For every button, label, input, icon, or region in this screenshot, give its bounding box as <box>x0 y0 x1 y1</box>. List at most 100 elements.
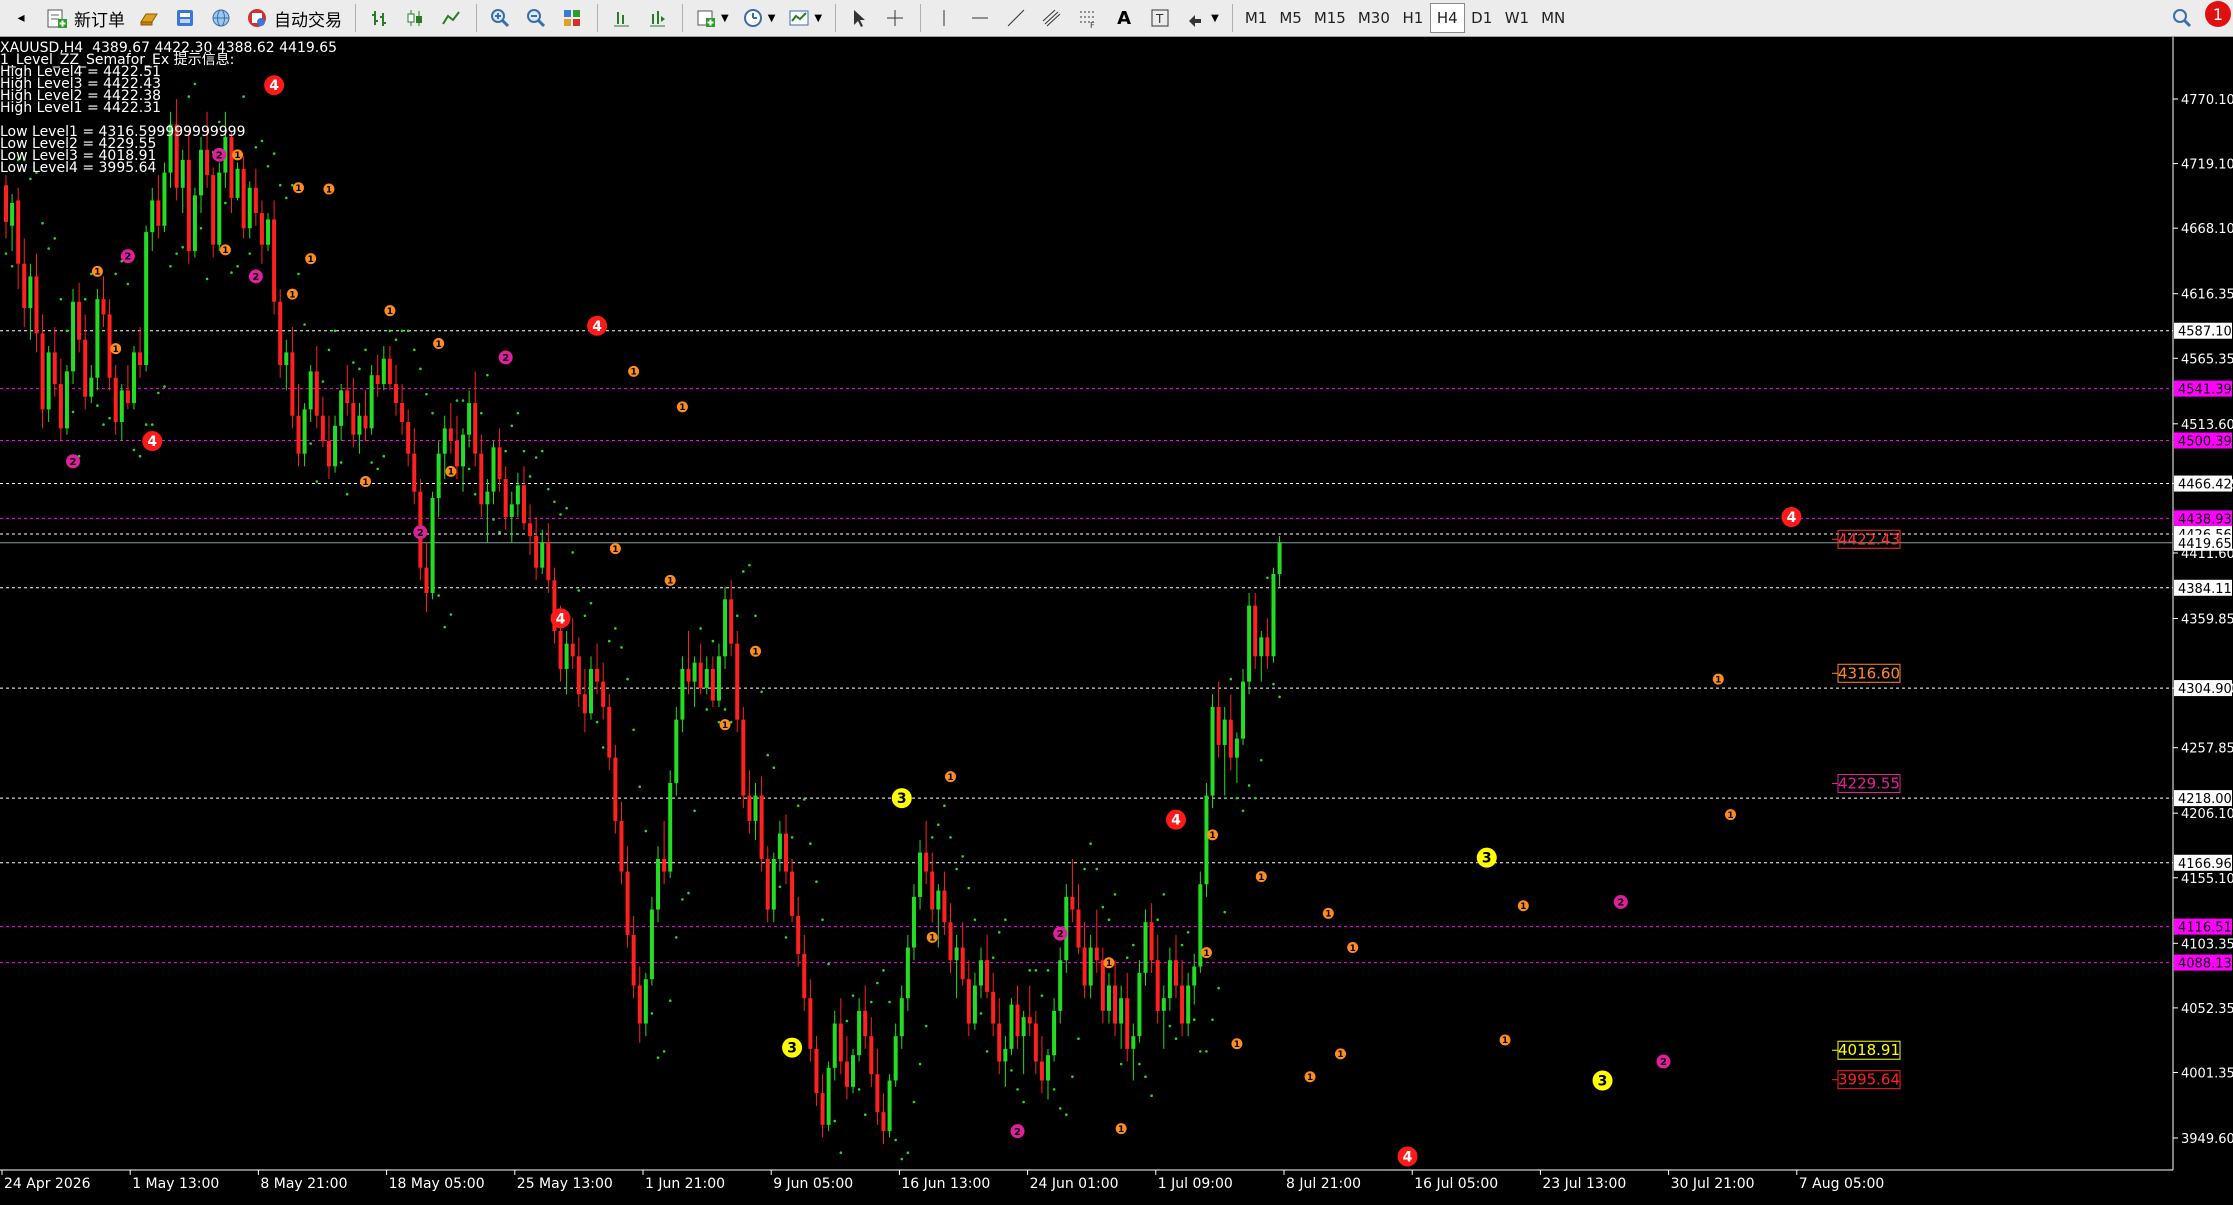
sar-dot <box>364 348 367 352</box>
candle-body <box>119 390 124 423</box>
candle-body <box>723 599 728 657</box>
candle-body <box>1046 1055 1051 1081</box>
candle-body <box>558 630 563 669</box>
candle-body <box>631 934 636 986</box>
sar-dot <box>29 177 32 181</box>
semafor-marker-level-4: 4 <box>1165 809 1186 830</box>
semafor-marker-level-1: 1 <box>945 771 957 783</box>
semafor-level-text: 3 <box>1482 851 1492 867</box>
horizontal-line-button[interactable] <box>963 3 997 33</box>
line-chart-button[interactable] <box>434 3 468 33</box>
navigator-button[interactable] <box>204 3 238 33</box>
candle-body <box>613 757 618 821</box>
sar-dot <box>930 836 934 839</box>
candle-body <box>1106 985 1111 1011</box>
svg-text:T: T <box>1155 12 1164 26</box>
level-label: 4018.91 <box>1832 1040 1901 1060</box>
zoom-in-button[interactable] <box>483 3 517 33</box>
indicator-info: XAUUSD,H4 4389.67 4422.30 4388.62 4419.6… <box>0 41 337 175</box>
candle-body <box>424 567 429 593</box>
semafor-level-text: 4 <box>1171 813 1181 829</box>
bar-chart-button[interactable] <box>362 3 396 33</box>
timeframe-mn-button[interactable]: MN <box>1535 3 1571 33</box>
candle-body <box>479 453 484 505</box>
timeframe-m15-button[interactable]: M15 <box>1308 3 1352 33</box>
auto-trading-icon <box>245 6 269 30</box>
sar-dot <box>1113 893 1117 896</box>
sar-dot <box>1083 867 1086 871</box>
candle-body <box>406 422 411 454</box>
line-price-text: 4304.90 <box>2178 682 2232 697</box>
vertical-line-button[interactable] <box>927 3 961 33</box>
text-label-button[interactable]: T <box>1143 3 1177 33</box>
price-chart[interactable]: 4444444333322222222221111111111111111111… <box>0 37 2233 1201</box>
time-tick-label: 16 Jun 13:00 <box>901 1176 990 1192</box>
text-button[interactable]: A <box>1107 3 1141 33</box>
market-watch-button[interactable] <box>132 3 166 33</box>
sar-dot <box>230 271 233 274</box>
line-price-text: 4500.39 <box>2178 435 2232 450</box>
candle-body <box>1070 896 1075 910</box>
candle-body <box>814 1048 819 1094</box>
timeframe-m30-button[interactable]: M30 <box>1352 3 1396 33</box>
autoscroll-button[interactable] <box>640 3 674 33</box>
search-button[interactable] <box>2165 3 2199 33</box>
candle-body <box>1137 972 1142 1037</box>
equidistant-channel-button[interactable] <box>1035 3 1069 33</box>
time-tick-label: 30 Jul 21:00 <box>1671 1176 1755 1192</box>
sar-dot <box>614 627 617 630</box>
candle-body <box>314 371 319 416</box>
timeframe-h4-button[interactable]: H4 <box>1429 3 1465 33</box>
semafor-level-text: 1 <box>448 468 454 478</box>
crosshair-button[interactable] <box>878 3 912 33</box>
candle-body <box>144 232 149 366</box>
menu-arrow-button[interactable]: ◂ <box>4 3 38 33</box>
templates-button[interactable]: ▼ <box>782 3 827 33</box>
line-price-text: 4116.51 <box>2178 921 2232 936</box>
sar-dot <box>711 639 715 643</box>
zoom-out-button[interactable] <box>519 3 553 33</box>
arrows-button[interactable]: ▼ <box>1179 3 1224 33</box>
semafor-marker-level-2: 2 <box>1656 1054 1671 1069</box>
data-window-button[interactable] <box>168 3 202 33</box>
svg-text:F: F <box>1090 21 1095 29</box>
semafor-marker-level-3: 3 <box>1592 1070 1613 1091</box>
semafor-marker-level-1: 1 <box>286 288 298 300</box>
chart-shift-button[interactable] <box>604 3 638 33</box>
candle-body <box>808 998 813 1049</box>
sar-dot <box>991 956 995 959</box>
semafor-marker-level-2: 2 <box>413 525 428 540</box>
timeframe-h1-button[interactable]: H1 <box>1396 3 1430 33</box>
timeframe-d1-button[interactable]: D1 <box>1465 3 1499 33</box>
cursor-button[interactable] <box>842 3 876 33</box>
sar-dot <box>937 823 940 827</box>
trendline-button[interactable] <box>999 3 1033 33</box>
timeframe-m1-button[interactable]: M1 <box>1239 3 1274 33</box>
sar-dot <box>53 237 57 240</box>
sar-dot <box>1199 1050 1202 1053</box>
line-price-text: 4587.10 <box>2178 325 2232 340</box>
timeframe-m5-button[interactable]: M5 <box>1273 3 1308 33</box>
sar-dot <box>1235 796 1239 800</box>
chart-window[interactable]: 4444444333322222222221111111111111111111… <box>0 37 2233 1201</box>
candlestick-chart-button[interactable] <box>398 3 432 33</box>
candle-body <box>1180 985 1185 1024</box>
candle-body <box>1192 966 1197 986</box>
bar-chart-icon <box>367 6 391 30</box>
periods-button[interactable]: ▼ <box>736 3 781 33</box>
sar-dot <box>1022 1100 1025 1104</box>
indicators-icon <box>694 6 718 30</box>
timeframe-w1-button[interactable]: W1 <box>1499 3 1535 33</box>
notification-badge[interactable]: 1 <box>2205 1 2231 27</box>
semafor-level-text: 2 <box>502 353 509 364</box>
fibonacci-button[interactable]: F <box>1071 3 1105 33</box>
sar-dot <box>571 551 575 554</box>
indicators-button[interactable]: ▼ <box>689 3 734 33</box>
candle-body <box>1027 1017 1032 1024</box>
main-toolbar: ◂ 新订单 自动交易 ▼ ▼ ▼ F A T ▼ M1 M5 M15 M30 H1 H4 D… <box>0 0 2233 37</box>
auto-trading-button[interactable]: 自动交易 <box>240 3 347 33</box>
sar-dot <box>1046 969 1050 972</box>
tile-windows-button[interactable] <box>555 3 589 33</box>
candle-body <box>1271 573 1276 657</box>
new-order-button[interactable]: 新订单 <box>40 3 130 33</box>
